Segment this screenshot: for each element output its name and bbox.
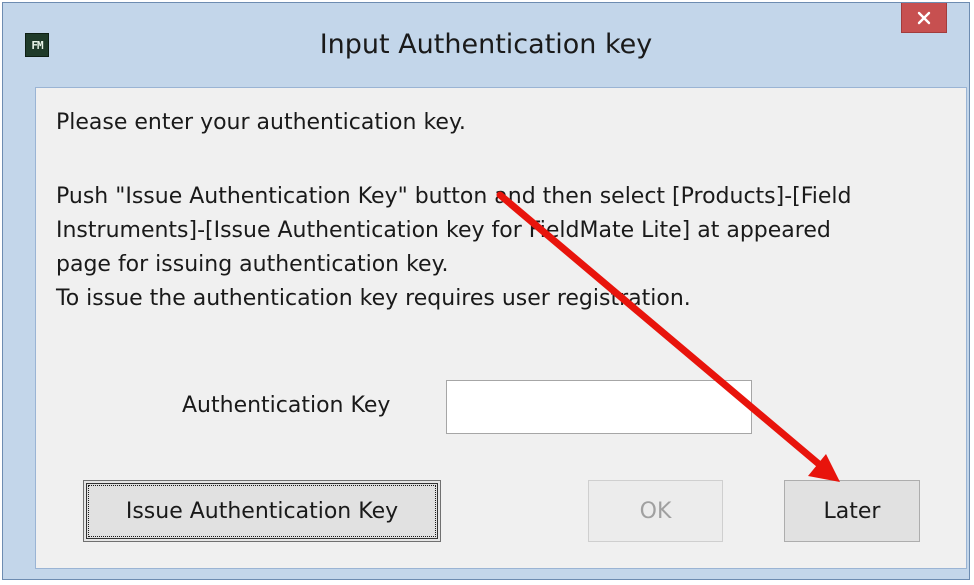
window-title: Input Authentication key [319, 29, 653, 60]
dialog-window: FM Input Authentication key Please enter… [2, 2, 970, 580]
auth-key-label: Authentication Key [182, 393, 391, 418]
instruction-line: To issue the authentication key requires… [56, 286, 691, 311]
ok-button[interactable]: OK [588, 480, 723, 542]
close-icon [917, 11, 931, 24]
close-button[interactable] [901, 3, 947, 33]
ok-button-label: OK [639, 498, 672, 524]
later-button[interactable]: Later [784, 480, 920, 542]
instruction-line: Instruments]-[Issue Authentication key f… [56, 218, 831, 243]
issue-authentication-key-button[interactable]: Issue Authentication Key [83, 480, 441, 542]
instructions-text: Push "Issue Authentication Key" button a… [56, 180, 961, 316]
intro-text: Please enter your authentication key. [56, 110, 466, 135]
instruction-line: Push "Issue Authentication Key" button a… [56, 184, 852, 209]
focus-ring [88, 485, 436, 537]
later-button-label: Later [823, 498, 881, 524]
dialog-content: Please enter your authentication key. Pu… [35, 87, 967, 569]
title-bar[interactable]: FM Input Authentication key [3, 3, 969, 81]
auth-key-input[interactable] [446, 380, 752, 434]
instruction-line: page for issuing authentication key. [56, 252, 449, 277]
